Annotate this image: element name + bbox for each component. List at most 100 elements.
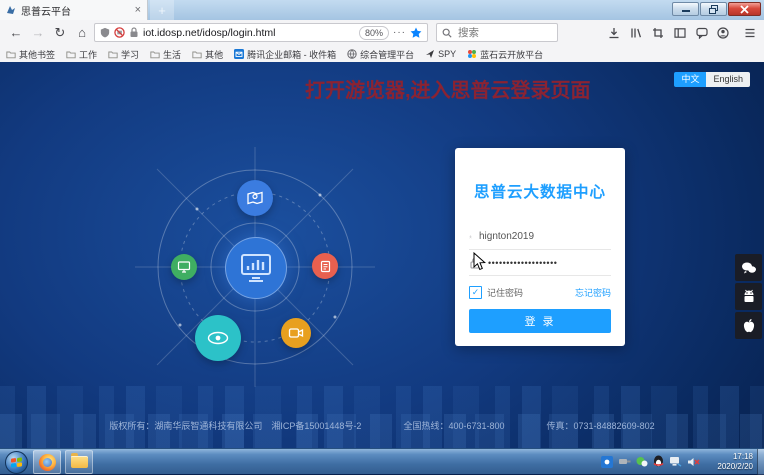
username-field[interactable]	[469, 224, 611, 250]
folder-icon	[150, 50, 160, 59]
hub-satellite-map[interactable]	[237, 180, 273, 216]
site-info-icon[interactable]	[129, 27, 139, 38]
screenshot-icon[interactable]	[650, 25, 666, 41]
remember-label[interactable]: 记住密码	[487, 286, 575, 299]
folder-icon	[66, 50, 76, 59]
bookmarks-bar: 其他书签 工作 学习 生活 其他 腾讯企业邮箱 - 收件箱 综合管理平台 SPY…	[0, 46, 764, 63]
language-toggle: 中文 English	[674, 72, 750, 87]
account-icon[interactable]	[715, 25, 731, 41]
window-controls	[672, 2, 761, 16]
tray-network-icon[interactable]	[669, 456, 682, 467]
browser-tab[interactable]: 思普云平台 ×	[0, 0, 148, 20]
remember-checkbox[interactable]: ✓	[469, 286, 482, 299]
wechat-icon	[741, 261, 757, 275]
hub-satellite-camera[interactable]	[281, 318, 311, 348]
login-page: 打开游览器,进入思普云登录页面 中文 English	[0, 62, 764, 448]
bookmark-item[interactable]: 综合管理平台	[347, 48, 414, 61]
folder-icon	[6, 50, 16, 59]
page-footer: 版权所有：湖南华辰智通科技有限公司 湘ICP备15001448号-2 全国热线：…	[0, 419, 764, 432]
zoom-level-badge[interactable]: 80%	[359, 26, 389, 40]
library-icon[interactable]	[628, 25, 644, 41]
tray-device-icon[interactable]	[618, 456, 631, 467]
bookmark-item[interactable]: 蓝石云开放平台	[467, 48, 543, 61]
url-bar[interactable]: iot.idosp.net/idosp/login.html 80% ···	[94, 23, 428, 42]
lang-chinese-button[interactable]: 中文	[674, 72, 706, 87]
home-button[interactable]: ⌂	[72, 20, 92, 46]
site-favicon-icon	[6, 5, 16, 15]
explorer-folder-icon	[71, 456, 88, 468]
search-icon	[442, 28, 452, 38]
tray-notifier-icon[interactable]	[601, 456, 613, 468]
taskbar-firefox-button[interactable]	[33, 450, 61, 474]
clock-date: 2020/2/20	[717, 462, 753, 472]
tray-messenger-icon[interactable]	[636, 456, 648, 468]
taskbar-explorer-button[interactable]	[65, 450, 93, 474]
password-masked[interactable]: •••••••••••••••••••	[488, 258, 611, 268]
footer-copyright: 版权所有：湖南华辰智通科技有限公司 湘ICP备15001448号-2	[109, 419, 361, 432]
navigation-toolbar: ← → ↻ ⌂ iot.idosp.net/idosp/login.html 8…	[0, 20, 764, 47]
menu-hamburger-icon[interactable]	[742, 25, 758, 41]
bookmark-item[interactable]: 其他书签	[6, 48, 55, 61]
download-icon[interactable]	[606, 25, 622, 41]
blocked-content-icon[interactable]	[114, 27, 125, 38]
wechat-button[interactable]	[735, 254, 762, 281]
sidebar-icon[interactable]	[672, 25, 688, 41]
bookmark-item[interactable]: 生活	[150, 48, 181, 61]
folder-icon	[192, 50, 202, 59]
bookmark-item[interactable]: 学习	[108, 48, 139, 61]
firefox-icon	[39, 454, 56, 471]
back-button[interactable]: ←	[6, 20, 26, 46]
password-field[interactable]: •••••••••••••••••••	[469, 250, 611, 276]
url-text[interactable]: iot.idosp.net/idosp/login.html	[143, 27, 355, 39]
forgot-password-link[interactable]: 忘记密码	[575, 286, 611, 299]
close-button[interactable]	[728, 2, 761, 16]
bookmark-item[interactable]: 工作	[66, 48, 97, 61]
apple-button[interactable]	[735, 312, 762, 339]
login-title: 思普云大数据中心	[469, 180, 611, 202]
clock-time: 17:18	[717, 452, 753, 462]
map-pin-icon	[246, 189, 264, 207]
eye-icon	[205, 325, 231, 351]
username-input[interactable]	[479, 231, 611, 242]
restore-button[interactable]	[700, 2, 727, 16]
bookmark-item[interactable]: 腾讯企业邮箱 - 收件箱	[234, 48, 336, 61]
monitor-icon	[177, 260, 191, 274]
bookmark-item[interactable]: 其他	[192, 48, 223, 61]
window-titlebar: 思普云平台 × +	[0, 0, 764, 21]
android-button[interactable]	[735, 283, 762, 310]
minimize-button[interactable]	[672, 2, 699, 16]
new-tab-button[interactable]: +	[150, 0, 174, 20]
taskbar-clock[interactable]: 17:18 2020/2/20	[717, 452, 753, 472]
login-button[interactable]: 登 录	[469, 309, 611, 333]
bookmark-item[interactable]: SPY	[425, 49, 456, 59]
mouse-cursor	[473, 252, 486, 271]
login-options-row: ✓ 记住密码 忘记密码	[469, 286, 611, 299]
hub-satellite-eye[interactable]	[195, 315, 241, 361]
user-icon	[469, 231, 472, 243]
hub-satellite-document[interactable]	[312, 253, 338, 279]
shield-icon[interactable]	[100, 27, 110, 38]
dashboard-monitor-icon	[239, 252, 273, 284]
tray-volume-muted-icon[interactable]	[687, 456, 700, 468]
system-tray	[601, 455, 700, 468]
color-dots-icon	[467, 49, 477, 59]
show-desktop-button[interactable]	[757, 449, 764, 475]
lang-english-button[interactable]: English	[706, 72, 750, 87]
reload-button[interactable]: ↻	[50, 20, 70, 46]
hub-center-dashboard[interactable]	[225, 237, 287, 299]
pocket-chat-icon[interactable]	[694, 25, 710, 41]
bookmark-star-icon[interactable]	[410, 27, 422, 39]
document-icon	[319, 260, 332, 273]
annotation-text: 打开游览器,进入思普云登录页面	[305, 74, 591, 103]
search-input[interactable]	[456, 26, 550, 40]
start-button[interactable]	[5, 451, 28, 474]
camera-icon	[288, 325, 304, 341]
hub-satellite-monitor[interactable]	[171, 254, 197, 280]
page-actions-icon[interactable]: ···	[393, 27, 406, 38]
footer-hotline: 全国热线：400-6731-800	[403, 419, 504, 432]
tray-qq-icon[interactable]	[653, 455, 664, 468]
forward-button[interactable]: →	[28, 20, 48, 46]
spy-icon	[425, 49, 435, 59]
search-bar[interactable]	[436, 23, 558, 42]
tab-close-icon[interactable]: ×	[135, 5, 141, 15]
